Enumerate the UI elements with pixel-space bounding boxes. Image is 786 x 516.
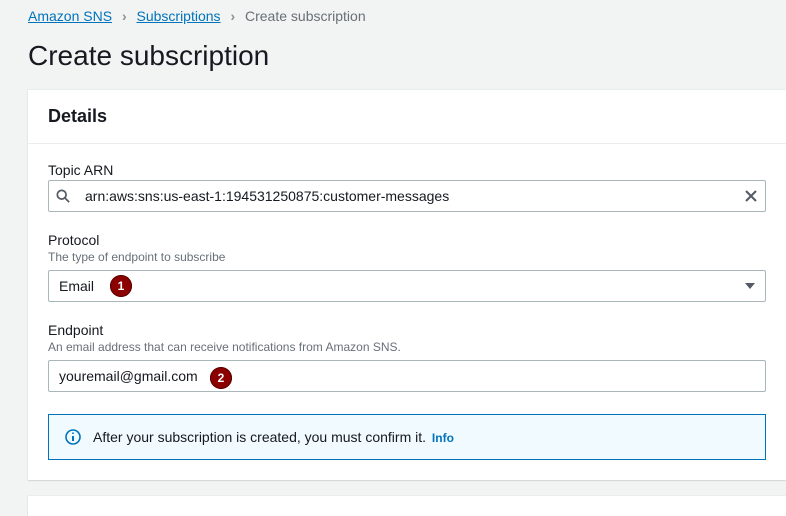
info-banner: After your subscription is created, you …: [48, 414, 766, 460]
annotation-badge-1: 1: [110, 275, 132, 297]
details-heading: Details: [48, 106, 766, 127]
endpoint-input[interactable]: [49, 362, 765, 390]
next-panel-peek: [28, 496, 786, 516]
info-banner-text: After your subscription is created, you …: [93, 429, 454, 445]
topic-arn-input-wrap[interactable]: [48, 180, 766, 212]
protocol-hint: The type of endpoint to subscribe: [48, 250, 766, 264]
protocol-value: Email: [59, 278, 745, 294]
field-protocol: Protocol The type of endpoint to subscri…: [48, 232, 766, 302]
topic-arn-input[interactable]: [77, 182, 737, 210]
endpoint-label: Endpoint: [48, 322, 766, 338]
protocol-label: Protocol: [48, 232, 766, 248]
protocol-select[interactable]: Email: [48, 270, 766, 302]
chevron-right-icon: ›: [122, 8, 127, 24]
chevron-right-icon: ›: [230, 8, 235, 24]
info-icon: [65, 429, 81, 445]
breadcrumb-link-sns[interactable]: Amazon SNS: [28, 8, 112, 24]
field-endpoint: Endpoint An email address that can recei…: [48, 322, 766, 392]
page-title: Create subscription: [0, 34, 786, 90]
topic-arn-label: Topic ARN: [48, 162, 766, 178]
clear-icon[interactable]: [737, 190, 765, 202]
breadcrumb: Amazon SNS › Subscriptions › Create subs…: [0, 0, 786, 34]
endpoint-hint: An email address that can receive notifi…: [48, 340, 766, 354]
info-link[interactable]: Info: [432, 431, 454, 445]
details-panel: Details Topic ARN: [28, 90, 786, 480]
annotation-badge-2: 2: [210, 367, 232, 389]
search-icon: [49, 189, 77, 203]
caret-down-icon: [745, 283, 755, 289]
field-topic-arn: Topic ARN: [48, 162, 766, 212]
endpoint-input-wrap[interactable]: [48, 360, 766, 392]
panel-header: Details: [28, 90, 786, 144]
breadcrumb-link-subscriptions[interactable]: Subscriptions: [137, 8, 221, 24]
breadcrumb-current: Create subscription: [245, 8, 366, 24]
